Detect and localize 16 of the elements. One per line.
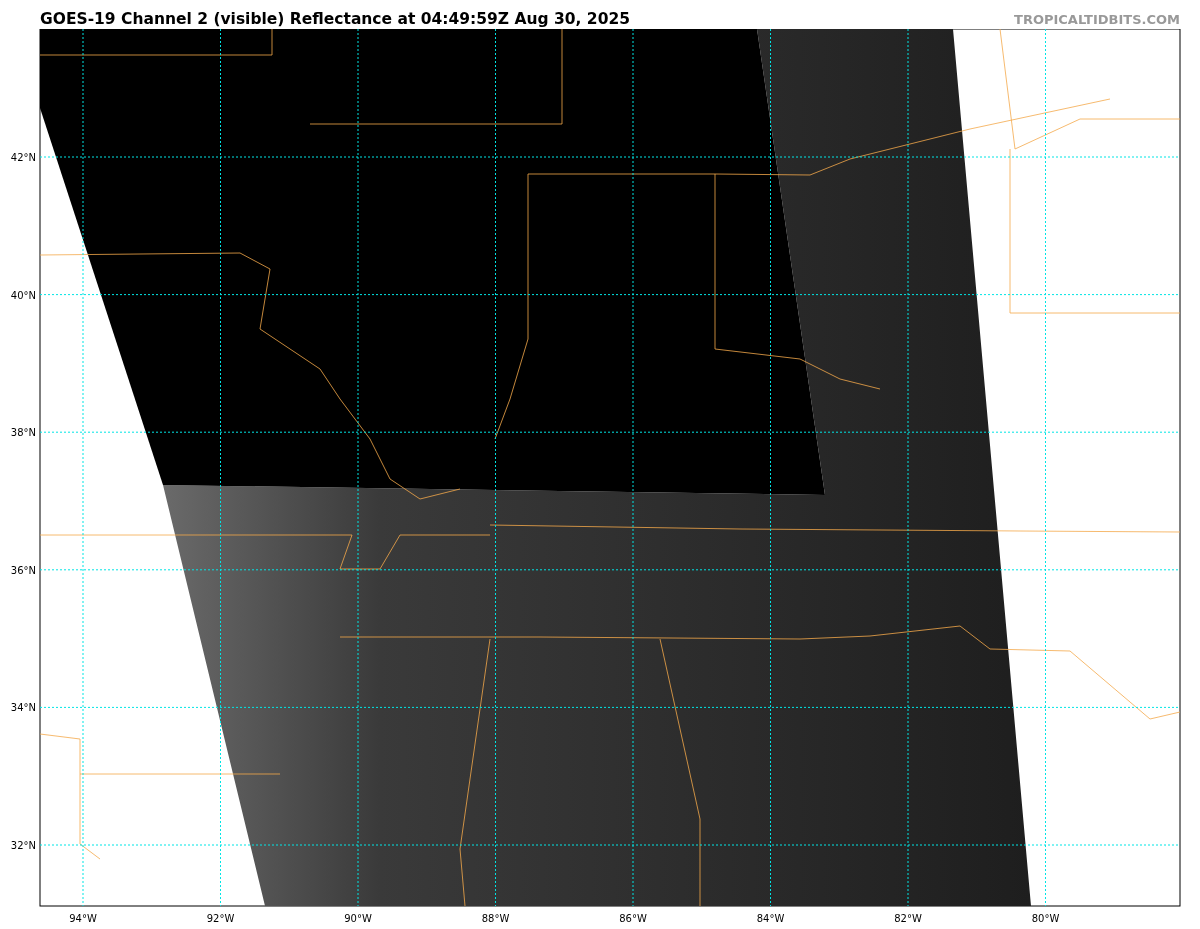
- latitude-label: 32°N: [10, 840, 36, 851]
- longitude-label: 82°W: [894, 913, 922, 924]
- longitude-label: 88°W: [481, 913, 510, 924]
- latitude-label: 40°N: [10, 289, 36, 301]
- latitude-label: 34°N: [10, 702, 36, 714]
- longitude-label: 80°W: [1031, 913, 1060, 924]
- latitude-label: 42°N: [10, 152, 36, 163]
- longitude-label: 84°W: [756, 913, 785, 924]
- site-credit: TROPICALTIDBITS.COM: [1014, 12, 1180, 27]
- longitude-label: 90°W: [344, 913, 372, 924]
- longitude-label: 92°W: [206, 913, 235, 924]
- longitude-label: 94°W: [69, 913, 97, 924]
- longitude-label: 86°W: [619, 913, 647, 924]
- map-title: GOES-19 Channel 2 (visible) Reflectance at 04:49:59Z Aug 30, 2025: [40, 10, 630, 28]
- latitude-label: 38°N: [10, 427, 36, 439]
- latitude-label: 36°N: [10, 564, 36, 576]
